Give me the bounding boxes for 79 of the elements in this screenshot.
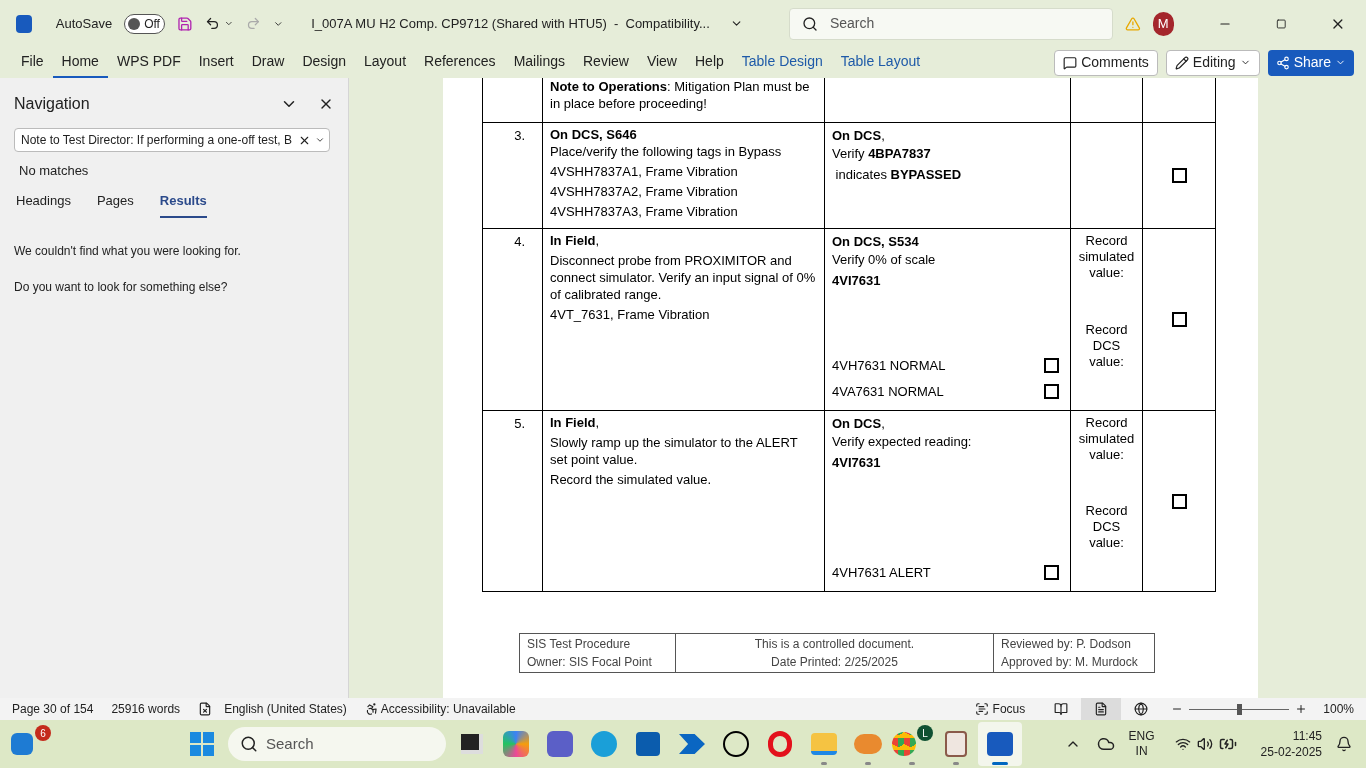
avatar[interactable]: M — [1152, 11, 1174, 36]
footer-text: This is a controlled document. — [754, 636, 915, 653]
autosave-toggle[interactable]: Off — [124, 13, 166, 34]
result-message: Do you want to look for something else? — [14, 279, 229, 296]
verify-text: Verify 4BPA7837 — [832, 145, 932, 162]
taskbar-button[interactable]: L — [890, 722, 934, 766]
share-button[interactable]: Share — [1267, 49, 1354, 76]
accessibility-status[interactable]: Accessibility: Unavailable — [380, 700, 516, 718]
notification-badge: L — [917, 725, 933, 741]
comments-button[interactable]: Comments — [1054, 49, 1158, 76]
ribbon-tab[interactable]: Table Layout — [831, 47, 930, 78]
step-number: 3. — [514, 127, 525, 145]
step-number: 4. — [514, 233, 525, 251]
ribbon-tab[interactable]: Layout — [355, 47, 416, 78]
verify-text: On DCS, S534 — [832, 233, 920, 250]
step-text: Disconnect probe from PROXIMITOR and connect simulator. Verify an input signal of 0% of calibrated range. — [550, 252, 817, 303]
zoom-level[interactable]: 100% — [1323, 700, 1354, 718]
ribbon-tab[interactable]: WPS PDF — [107, 47, 190, 78]
search-field[interactable]: Search — [788, 7, 1113, 40]
ribbon-tab[interactable]: Insert — [189, 47, 243, 78]
editing-button[interactable]: Editing — [1165, 49, 1260, 76]
navigation-tab[interactable]: Headings — [16, 190, 71, 218]
step-text: 4VSHH7837A3, Frame Vibration — [550, 203, 739, 220]
record-label: Record DCS value: — [1084, 322, 1129, 370]
step-text: 4VT_7631, Frame Vibration — [550, 306, 711, 323]
autosave-label: AutoSave — [55, 14, 113, 33]
ribbon-tab[interactable]: Help — [686, 47, 733, 78]
step-number: 5. — [514, 415, 525, 433]
record-label: Record DCS value: — [1084, 503, 1129, 551]
verify-text: Verify 0% of scale — [832, 251, 937, 268]
pane-title: Navigation — [14, 94, 90, 114]
check-label: 4VH7631 ALERT — [832, 564, 931, 581]
navigation-tab[interactable]: Pages — [96, 190, 134, 218]
step-text: In Field, — [550, 232, 601, 249]
verify-text: indicates BYPASSED — [834, 166, 963, 183]
step-text: 4VSHH7837A2, Frame Vibration — [550, 183, 739, 200]
ribbon-tab[interactable]: View — [637, 47, 686, 78]
verify-text: 4VI7631 — [832, 272, 882, 289]
check-label: 4VH7631 NORMAL — [832, 357, 946, 374]
match-status: No matches — [19, 162, 90, 180]
step-text: In Field, — [550, 414, 601, 431]
record-label: Record simulated value: — [1077, 233, 1136, 281]
focus-button[interactable]: Focus — [974, 700, 1026, 718]
navigation-tab[interactable]: Results — [159, 190, 207, 218]
ribbon-tab[interactable]: References — [415, 47, 505, 78]
step-text: Record the simulated value. — [550, 471, 713, 488]
step-text: Note to Operations: Mitigation Plan must be in place before proceeding! — [550, 78, 811, 112]
ribbon-tab[interactable]: Table Design — [732, 47, 832, 78]
footer-text: SIS Test Procedure — [527, 636, 632, 653]
footer-text: Date Printed: 2/25/2025 — [771, 654, 898, 671]
ribbon-tab[interactable]: Review — [574, 47, 638, 78]
ribbon-tab[interactable]: Design — [293, 47, 355, 78]
step-text: Slowly ramp up the simulator to the ALERT set point value. — [550, 434, 799, 468]
search-placeholder: Search — [266, 733, 314, 754]
record-label: Record simulated value: — [1077, 415, 1136, 463]
taskbar-button[interactable]: 6 — [8, 722, 52, 766]
verify-text: 4VI7631 — [832, 454, 882, 471]
clock[interactable]: 11:45 25-02-2025 — [1260, 728, 1322, 760]
ribbon-tab[interactable]: Draw — [242, 47, 294, 78]
word-count[interactable]: 25916 words — [111, 700, 181, 718]
verify-text: On DCS, — [832, 415, 886, 432]
step-text: 4VSHH7837A1, Frame Vibration — [550, 163, 739, 180]
footer-text: Owner: SIS Focal Point — [527, 654, 653, 671]
verify-text: On DCS, — [832, 127, 886, 144]
page-count[interactable]: Page 30 of 154 — [12, 700, 94, 718]
footer-text: Approved by: M. Murdock — [1001, 654, 1139, 671]
result-message: We couldn't find what you were looking for. — [14, 243, 242, 260]
notification-badge: 6 — [35, 725, 51, 741]
step-text: Place/verify the following tags in Bypass — [550, 143, 783, 160]
footer-text: Reviewed by: P. Dodson — [1001, 636, 1132, 653]
input-language[interactable]: ENG IN — [1128, 729, 1155, 759]
step-text: On DCS, S646 — [550, 126, 638, 143]
check-label: 4VA7631 NORMAL — [832, 383, 944, 400]
navigation-search-field[interactable]: Note to Test Director: If performing a one-off test, B — [14, 128, 330, 152]
verify-text: Verify expected reading: — [832, 433, 973, 450]
ribbon-tab[interactable]: File — [12, 47, 53, 78]
language-label[interactable]: English (United States) — [224, 700, 347, 718]
ribbon-tab[interactable]: Mailings — [504, 47, 574, 78]
window-title: I_007A MU H2 Comp. CP9712 (Shared with HTU5) - Compatibility... — [311, 14, 710, 33]
